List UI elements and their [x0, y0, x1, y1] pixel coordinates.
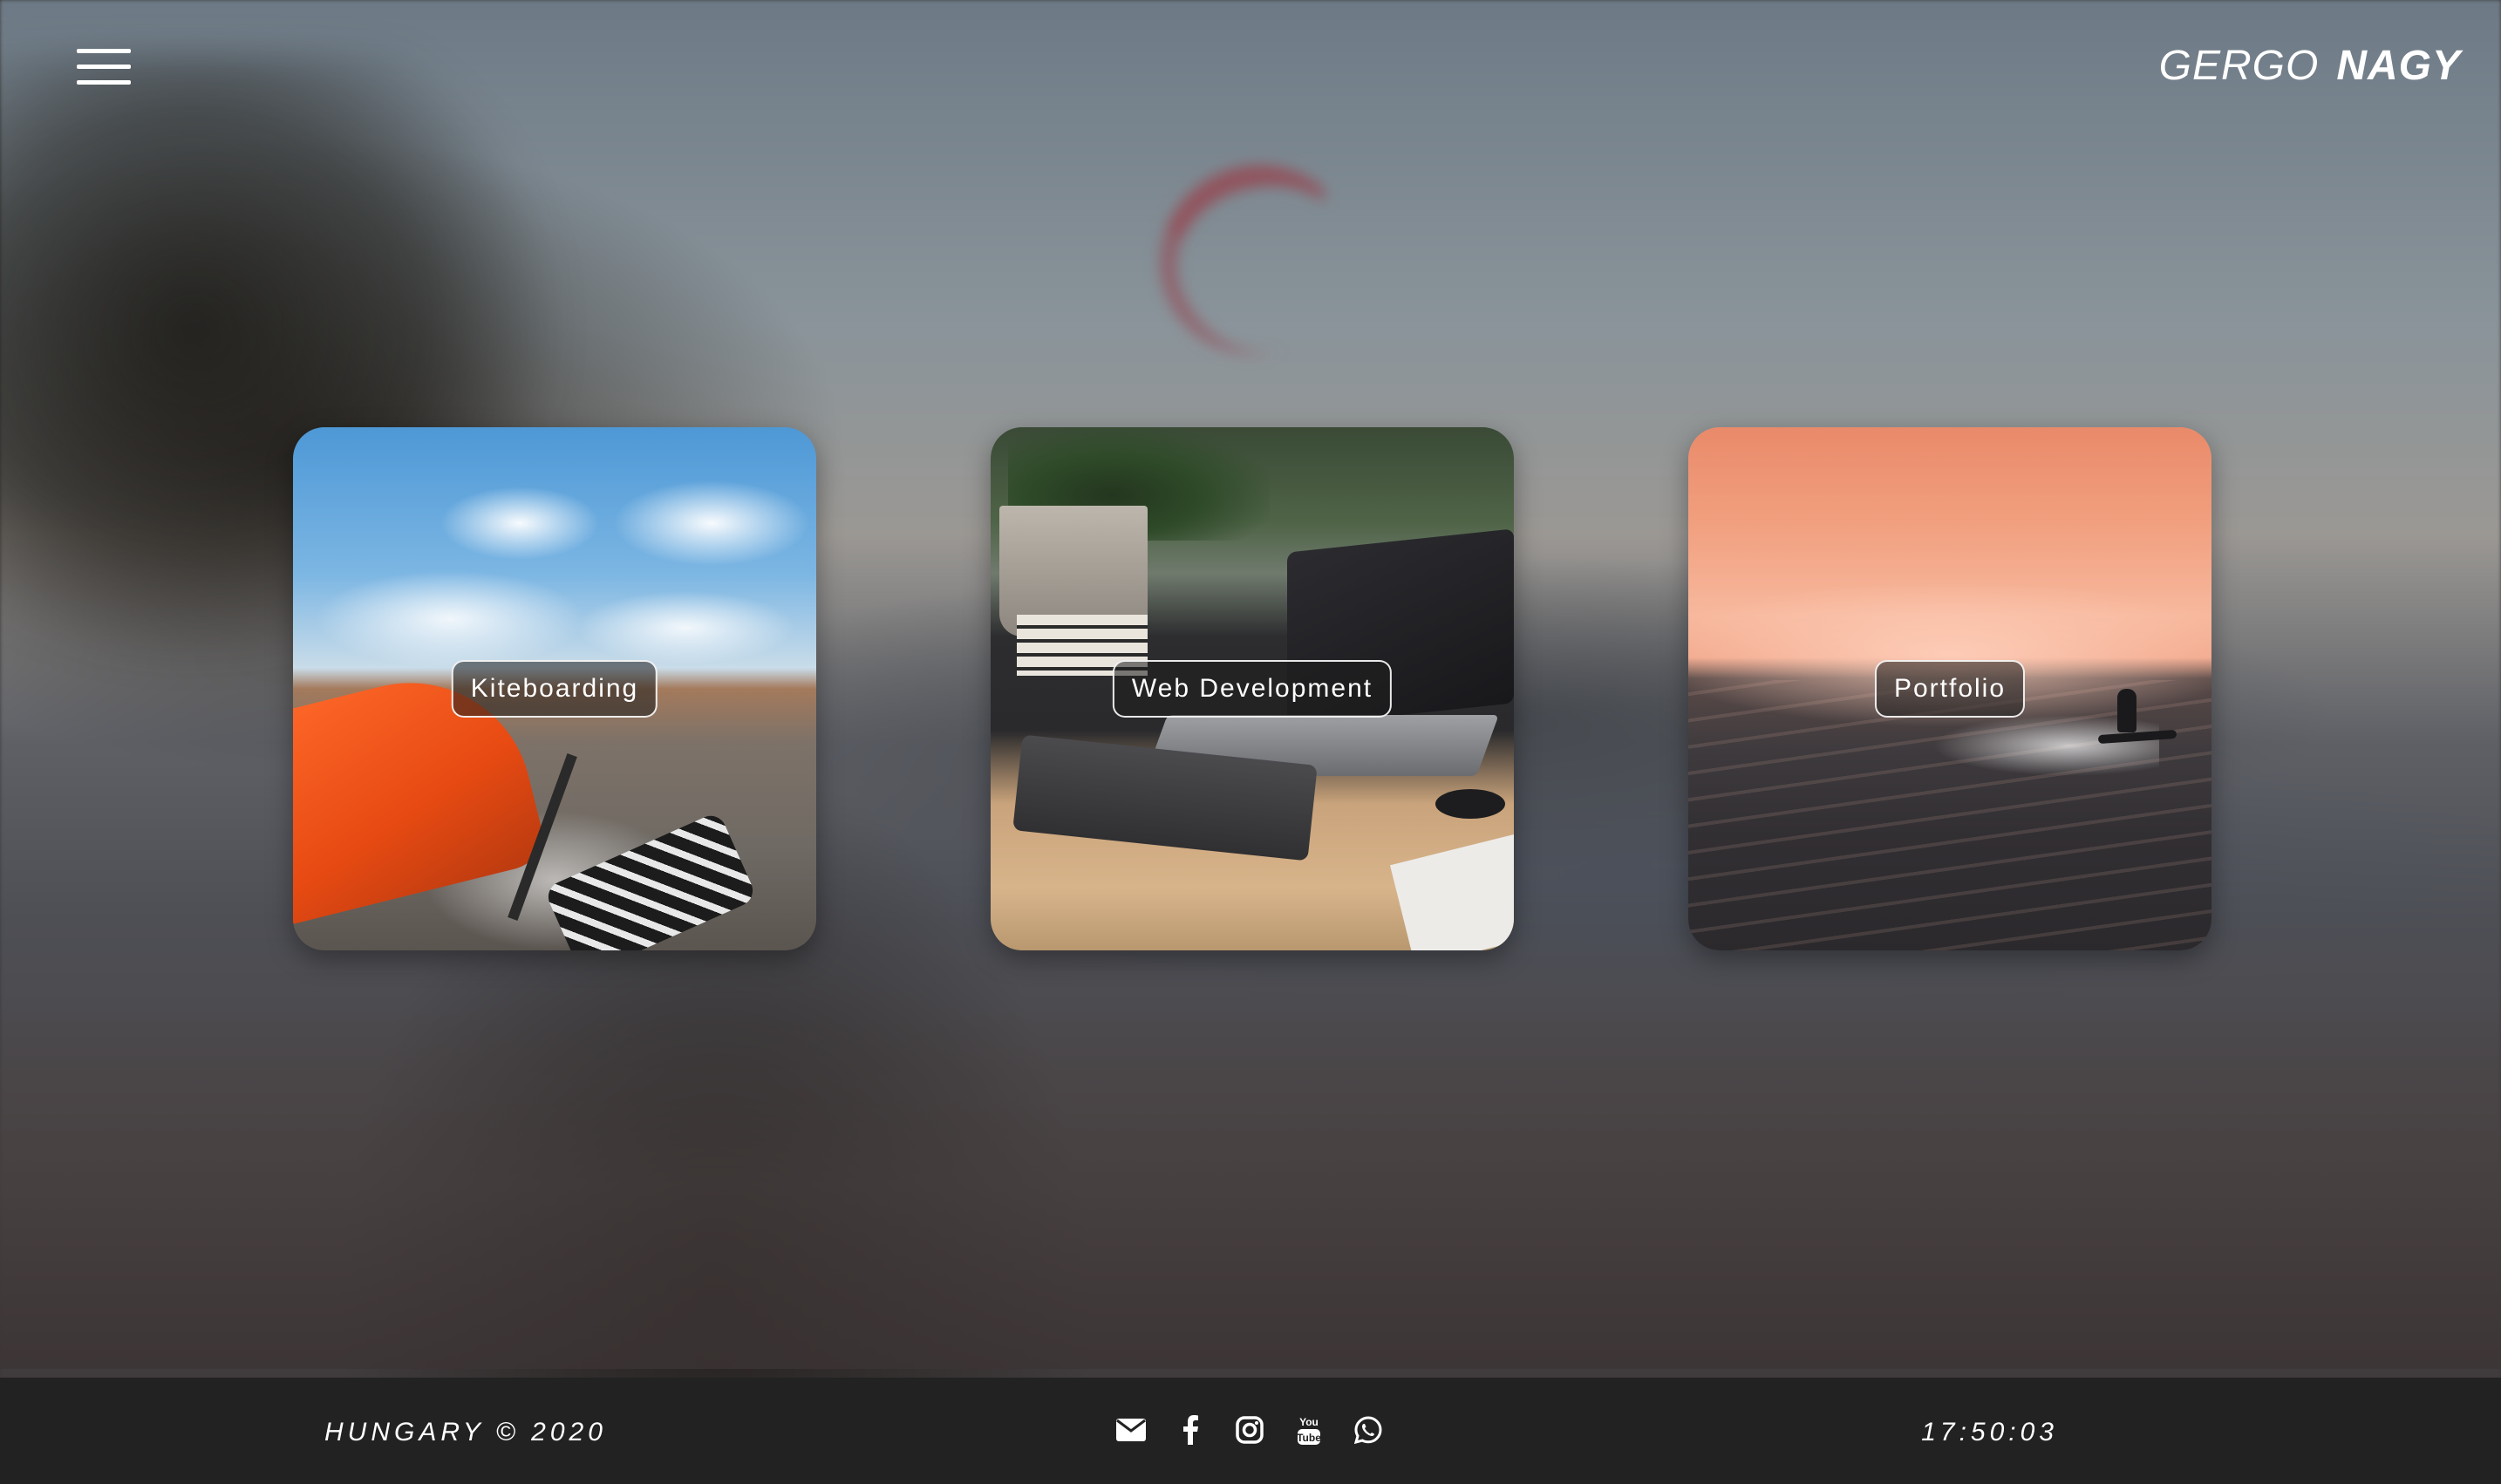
- brand-last-name: NAGY: [2336, 43, 2461, 89]
- svg-text:You: You: [1299, 1416, 1319, 1428]
- brand-logo[interactable]: GERGO NAGY: [2159, 42, 2461, 90]
- social-links: You Tube: [1114, 1413, 1385, 1447]
- footer-clock: 17:50:03: [1921, 1418, 2058, 1447]
- card-portfolio[interactable]: Portfolio: [1688, 427, 2211, 950]
- card-kiteboarding[interactable]: Kiteboarding: [293, 427, 816, 950]
- facebook-icon[interactable]: [1174, 1413, 1207, 1447]
- footer-copyright: HUNGARY © 2020: [324, 1418, 607, 1447]
- background-sand: [0, 1003, 2501, 1369]
- menu-line: [77, 49, 131, 53]
- whatsapp-icon[interactable]: [1352, 1413, 1385, 1447]
- mouse: [1435, 789, 1505, 819]
- menu-line: [77, 80, 131, 85]
- youtube-icon[interactable]: You Tube: [1292, 1413, 1325, 1447]
- paper-sheet: [1390, 829, 1514, 950]
- menu-line: [77, 65, 131, 69]
- card-web-development[interactable]: Web Development: [991, 427, 1514, 950]
- page: GERGO NAGY Kiteboarding Web Development …: [0, 0, 2501, 1484]
- footer: HUNGARY © 2020 You Tube 17:50:03: [0, 1378, 2501, 1484]
- card-label-portfolio[interactable]: Portfolio: [1874, 660, 2026, 718]
- category-cards: Kiteboarding Web Development Portfolio: [293, 427, 2211, 950]
- instagram-icon[interactable]: [1233, 1413, 1266, 1447]
- kitesurfer: [2117, 689, 2136, 732]
- svg-text:Tube: Tube: [1297, 1432, 1321, 1444]
- brand-first-name: GERGO: [2158, 43, 2320, 89]
- card-label-web-development[interactable]: Web Development: [1112, 660, 1393, 718]
- card-label-kiteboarding[interactable]: Kiteboarding: [451, 660, 658, 718]
- hamburger-menu-icon[interactable]: [77, 49, 131, 85]
- email-icon[interactable]: [1114, 1413, 1148, 1447]
